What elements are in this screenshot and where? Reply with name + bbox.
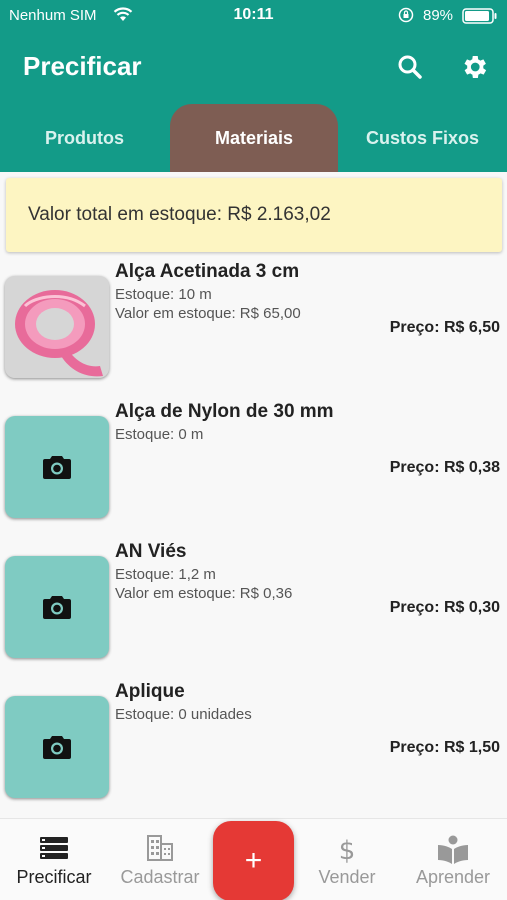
material-name: Aplique (115, 681, 185, 702)
reader-icon (438, 835, 468, 864)
material-stock: Estoque: 10 m (115, 286, 212, 303)
nav-cadastrar[interactable]: Cadastrar (110, 819, 210, 900)
list-item[interactable]: Alça de Nylon de 30 mm Estoque: 0 m Preç… (0, 398, 507, 528)
tab-materiais[interactable]: Materiais (170, 104, 338, 172)
nav-label: Cadastrar (120, 867, 200, 887)
stock-total-card: Valor total em estoque: R$ 2.163,02 (6, 178, 502, 252)
ribbon-roll-image (5, 276, 109, 378)
status-bar: Nenhum SIM 10:11 89% (0, 0, 507, 32)
list-item[interactable]: Aplique Estoque: 0 unidades Preço: R$ 1,… (0, 678, 507, 808)
list-icon (40, 837, 68, 859)
material-name: AN Viés (115, 541, 187, 562)
camera-icon (43, 456, 71, 479)
material-price: Preço: R$ 6,50 (389, 319, 500, 336)
settings-button[interactable] (457, 50, 491, 84)
stock-total-text: Valor total em estoque: R$ 2.163,02 (28, 204, 331, 225)
list-item[interactable]: Alça Acetinada 3 cm Estoque: 10 m Valor … (0, 258, 507, 388)
camera-icon (43, 736, 71, 759)
camera-icon (43, 596, 71, 619)
search-button[interactable] (393, 50, 427, 84)
nav-label: Aprender (415, 867, 491, 887)
material-price: Preço: R$ 0,30 (389, 599, 500, 616)
material-name: Alça Acetinada 3 cm (115, 261, 300, 282)
nav-precificar[interactable]: Precificar (4, 819, 104, 900)
search-icon (398, 55, 422, 79)
material-stock: Estoque: 0 unidades (115, 706, 252, 723)
nav-aprender[interactable]: Aprender (403, 819, 503, 900)
nav-vender[interactable]: $ Vender (297, 819, 397, 900)
rotation-lock-icon (398, 7, 414, 23)
material-thumbnail[interactable] (5, 416, 109, 518)
battery-icon (462, 8, 497, 24)
tab-custos-fixos[interactable]: Custos Fixos (338, 104, 507, 172)
app-bar: Nenhum SIM 10:11 89% Precificar Produtos… (0, 0, 507, 172)
material-price: Preço: R$ 1,50 (389, 739, 500, 756)
add-button[interactable]: + (213, 821, 294, 900)
material-stock-value: Valor em estoque: R$ 0,36 (115, 585, 293, 602)
material-name: Alça de Nylon de 30 mm (115, 401, 334, 422)
dollar-icon: $ (339, 836, 356, 863)
material-photo (5, 276, 109, 378)
svg-text:$: $ (339, 836, 356, 863)
bottom-navigation: Precificar Cadastrar + $ Vender Aprender (0, 818, 507, 900)
building-icon (147, 835, 173, 861)
material-thumbnail[interactable] (5, 556, 109, 658)
material-stock: Estoque: 0 m (115, 426, 204, 443)
material-stock-value: Valor em estoque: R$ 65,00 (115, 305, 301, 322)
list-item[interactable]: AN Viés Estoque: 1,2 m Valor em estoque:… (0, 538, 507, 668)
gear-icon (464, 56, 487, 78)
tab-produtos[interactable]: Produtos (0, 104, 169, 172)
material-price: Preço: R$ 0,38 (389, 459, 500, 476)
material-thumbnail[interactable] (5, 696, 109, 798)
nav-label: Precificar (16, 867, 92, 887)
page-title: Precificar (23, 51, 142, 81)
material-stock: Estoque: 1,2 m (115, 566, 216, 583)
battery-percent: 89% (423, 7, 454, 24)
nav-label: Vender (318, 867, 376, 887)
tab-bar: Produtos Materiais Custos Fixos (0, 104, 507, 172)
